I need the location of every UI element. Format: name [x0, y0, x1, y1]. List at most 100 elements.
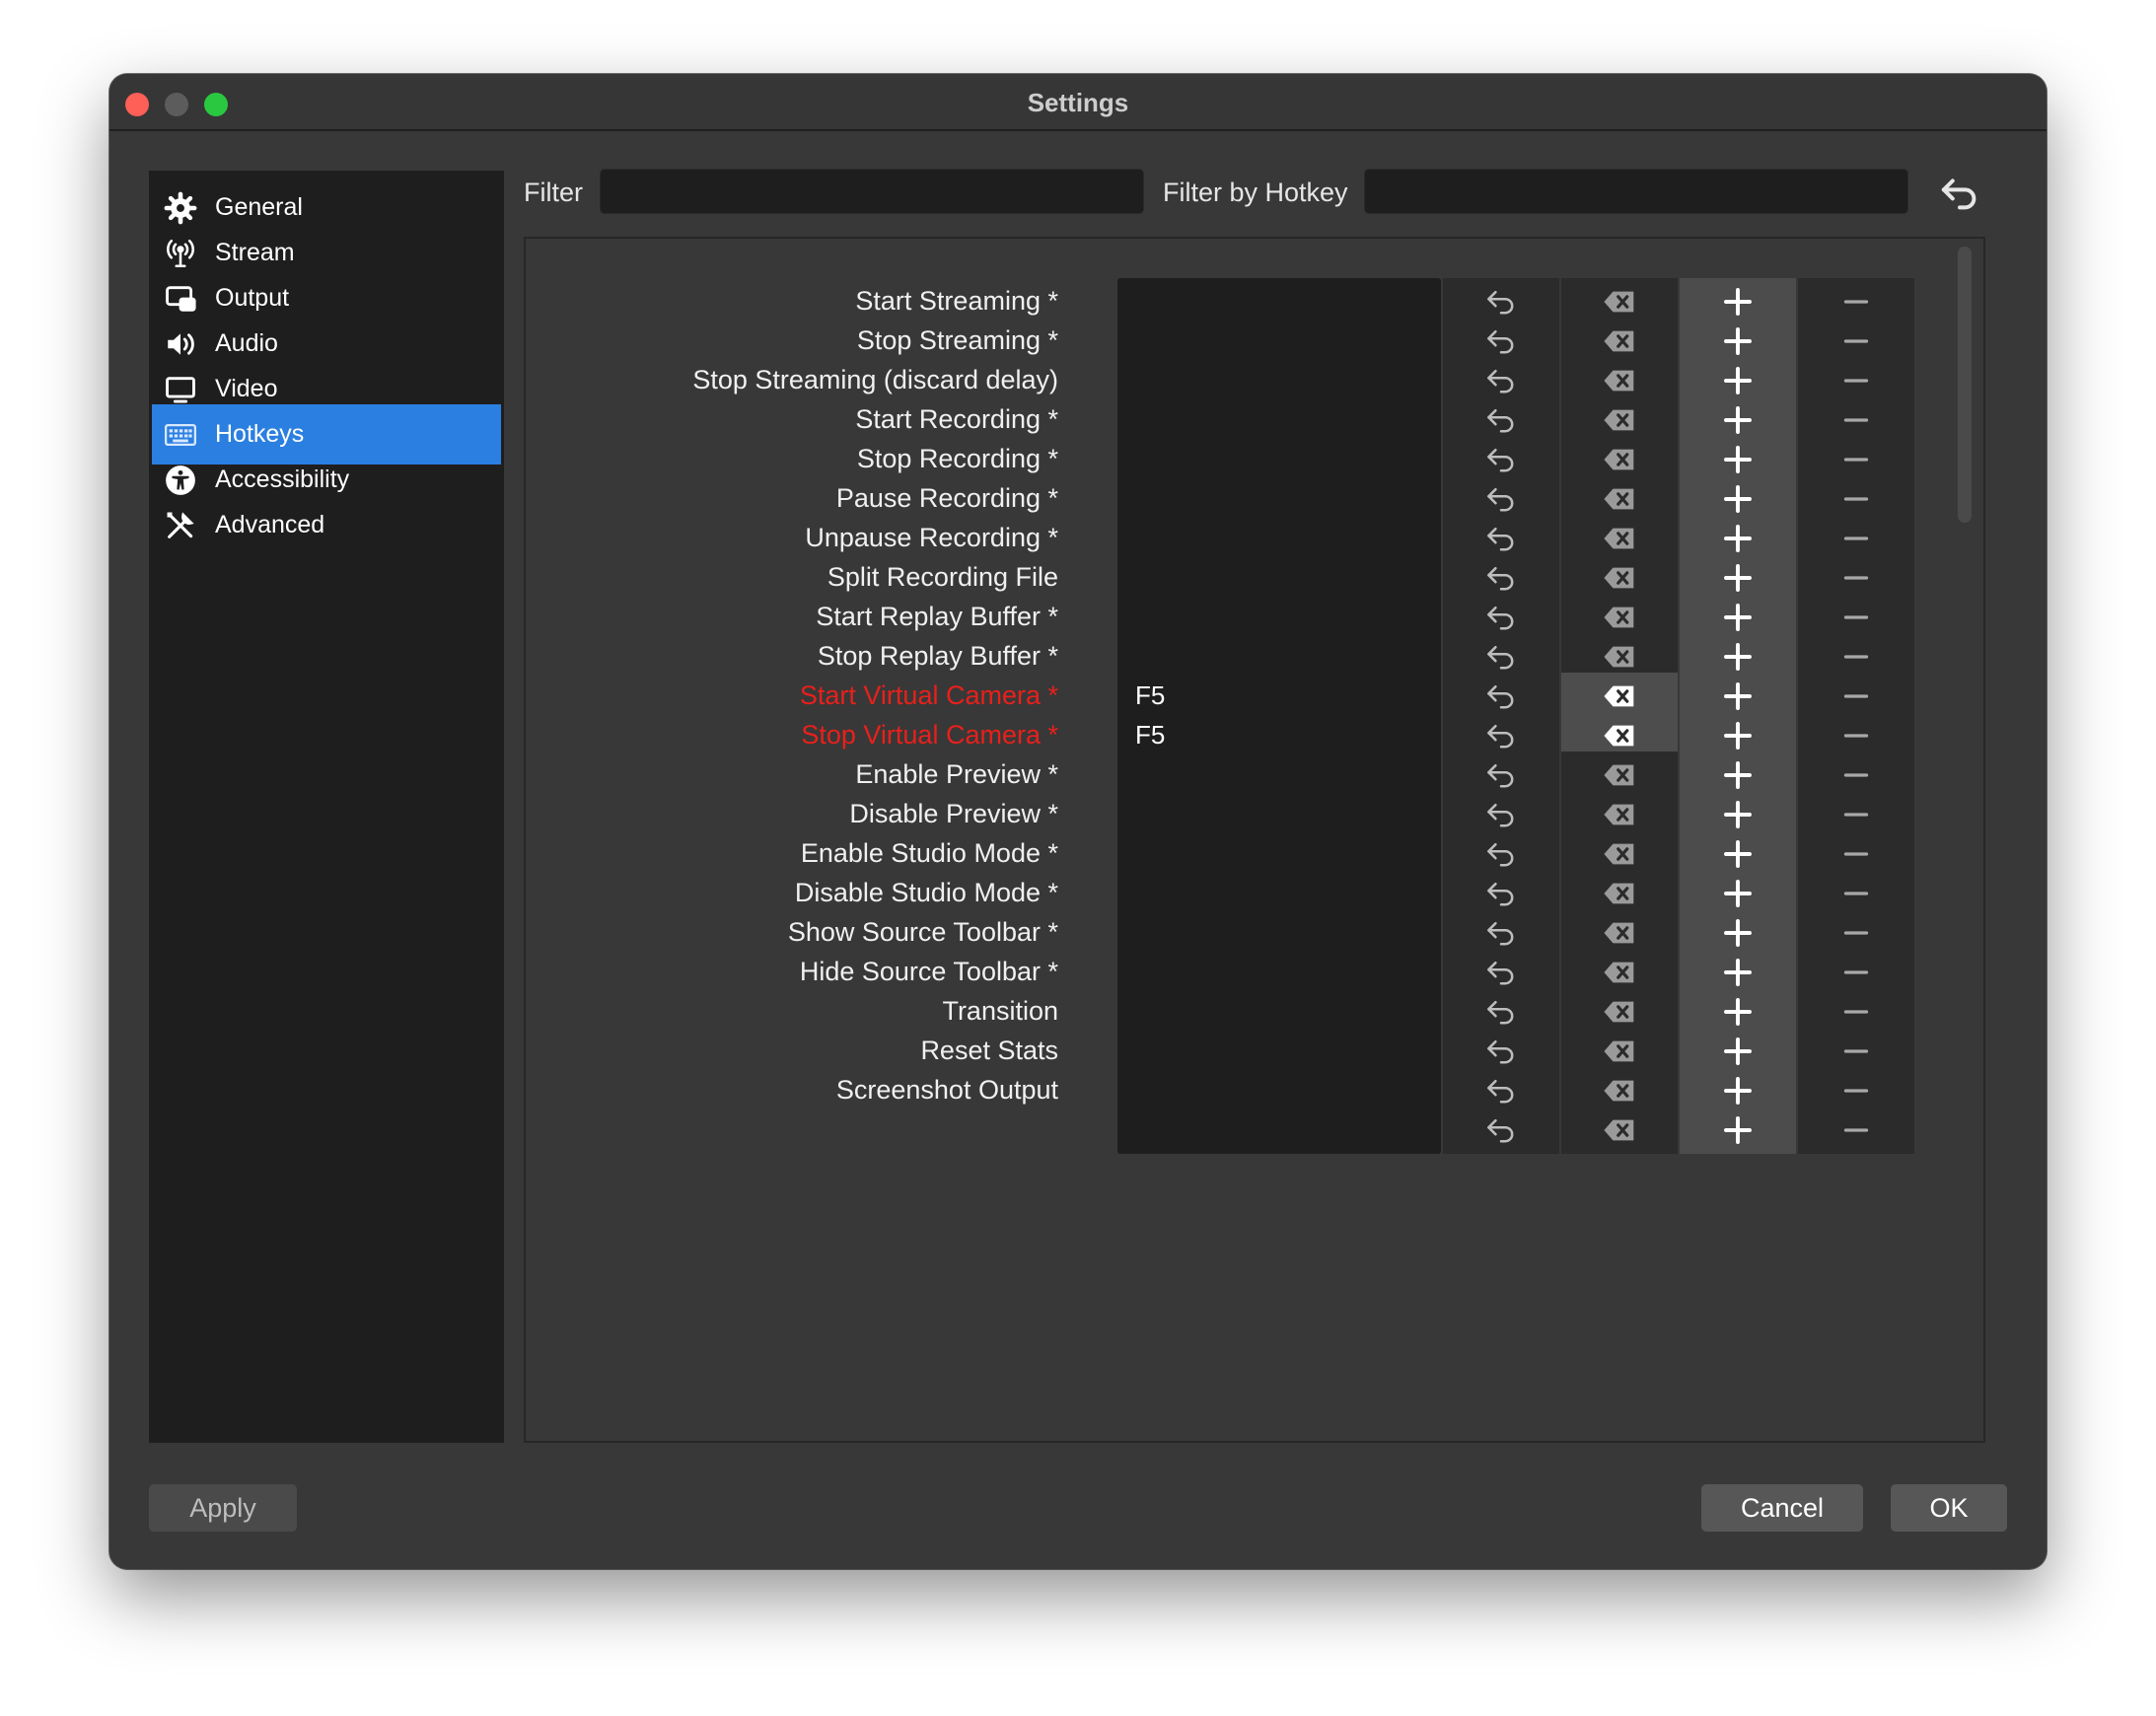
plus-icon — [1723, 405, 1753, 435]
plus-icon — [1723, 1037, 1753, 1066]
plus-icon — [1723, 366, 1753, 395]
backspace-icon — [1603, 841, 1636, 867]
backspace-icon — [1603, 683, 1636, 709]
sidebar-item-advanced[interactable]: Advanced — [152, 495, 501, 555]
backspace-icon — [1603, 605, 1636, 630]
minus-icon — [1841, 642, 1871, 672]
undo-icon — [1484, 367, 1518, 394]
minus-icon — [1841, 524, 1871, 553]
scrollbar-thumb[interactable] — [1958, 247, 1972, 523]
plus-icon — [1723, 997, 1753, 1027]
hotkey-action-label: Split Recording File — [826, 562, 1058, 592]
window-title: Settings — [1027, 88, 1129, 117]
minus-icon — [1841, 760, 1871, 790]
minus-icon — [1841, 958, 1871, 987]
hotkey-action-label: Stop Streaming (discard delay) — [692, 365, 1058, 394]
plus-icon — [1723, 681, 1753, 711]
hotkey-row — [526, 1107, 1946, 1154]
plus-icon — [1723, 642, 1753, 672]
apply-button[interactable]: Apply — [149, 1484, 297, 1532]
tools-icon — [161, 506, 200, 545]
backspace-icon — [1603, 407, 1636, 433]
backspace-icon — [1603, 447, 1636, 472]
hotkey-input[interactable] — [1117, 1107, 1441, 1154]
hotkey-action-label: Enable Preview * — [855, 759, 1058, 789]
hotkey-action-label: Start Replay Buffer * — [816, 602, 1058, 631]
backspace-icon — [1603, 802, 1636, 827]
filter-by-hotkey-input[interactable] — [1364, 169, 1908, 214]
undo-icon — [1484, 1077, 1518, 1105]
sidebar-item-label: Output — [215, 284, 290, 312]
minus-icon — [1841, 681, 1871, 711]
backspace-icon — [1603, 328, 1636, 354]
hotkey-action-label: Transition — [942, 996, 1058, 1026]
plus-icon — [1723, 1115, 1753, 1145]
hotkey-action-label: Show Source Toolbar * — [787, 917, 1058, 947]
backspace-icon — [1603, 486, 1636, 512]
plus-icon — [1723, 918, 1753, 948]
undo-icon — [1484, 564, 1518, 592]
undo-icon — [1484, 761, 1518, 789]
backspace-icon — [1603, 526, 1636, 551]
clear-hotkey-button[interactable] — [1561, 1107, 1678, 1154]
backspace-icon — [1603, 920, 1636, 946]
hotkey-action-label: Hide Source Toolbar * — [799, 957, 1058, 986]
hotkey-action-label: Start Recording * — [855, 404, 1058, 434]
undo-icon — [1484, 406, 1518, 434]
hotkey-action-label: Reset Stats — [920, 1036, 1058, 1065]
sidebar-item-label: Hotkeys — [215, 420, 305, 448]
title-bar: Settings — [109, 74, 2047, 131]
plus-icon — [1723, 721, 1753, 751]
hotkey-action-label: Screenshot Output — [835, 1075, 1058, 1105]
undo-icon — [1484, 446, 1518, 473]
undo-icon — [1941, 179, 1976, 210]
hotkey-list[interactable]: Start Streaming * Stop Streaming * Stop St… — [524, 237, 1985, 1443]
backspace-icon — [1603, 723, 1636, 749]
filter-label: Filter — [524, 178, 583, 207]
minus-icon — [1841, 405, 1871, 435]
minus-icon — [1841, 287, 1871, 317]
remove-hotkey-button[interactable] — [1798, 1107, 1914, 1154]
hotkey-action-label: Stop Streaming * — [856, 325, 1058, 355]
plus-icon — [1723, 445, 1753, 474]
plus-icon — [1723, 524, 1753, 553]
undo-icon — [1484, 682, 1518, 710]
hotkey-action-label: Enable Studio Mode * — [800, 838, 1058, 868]
undo-icon — [1484, 327, 1518, 355]
minus-icon — [1841, 1037, 1871, 1066]
undo-icon — [1484, 840, 1518, 868]
minus-icon — [1841, 800, 1871, 829]
backspace-icon — [1603, 1078, 1636, 1104]
hotkey-action-label: Stop Replay Buffer * — [817, 641, 1058, 671]
undo-icon — [1484, 880, 1518, 907]
filter-by-hotkey-label: Filter by Hotkey — [1163, 178, 1348, 207]
hotkey-action-label: Stop Recording * — [856, 444, 1058, 473]
undo-icon — [1484, 643, 1518, 671]
undo-icon — [1484, 1116, 1518, 1144]
minus-icon — [1841, 366, 1871, 395]
gear-icon — [161, 188, 200, 228]
reset-filter-button[interactable] — [1930, 169, 1989, 218]
sidebar-item-label: General — [215, 193, 303, 221]
minus-icon — [1841, 918, 1871, 948]
minus-icon — [1841, 445, 1871, 474]
sidebar-item-label: Advanced — [215, 511, 325, 538]
sidebar-item-label: Audio — [215, 329, 278, 357]
speaker-icon — [161, 324, 200, 364]
plus-icon — [1723, 760, 1753, 790]
plus-icon — [1723, 603, 1753, 632]
sidebar-item-label: Accessibility — [215, 465, 350, 493]
minus-icon — [1841, 839, 1871, 869]
hotkey-action-label: Unpause Recording * — [805, 523, 1058, 552]
revert-hotkey-button[interactable] — [1443, 1107, 1559, 1154]
accessibility-icon — [161, 461, 200, 500]
keyboard-icon — [161, 415, 200, 455]
minus-icon — [1841, 879, 1871, 908]
backspace-icon — [1603, 368, 1636, 393]
cancel-button[interactable]: Cancel — [1701, 1484, 1863, 1532]
plus-icon — [1723, 1076, 1753, 1106]
hotkey-action-label: Disable Studio Mode * — [794, 878, 1058, 907]
ok-button[interactable]: OK — [1891, 1484, 2007, 1532]
add-hotkey-button[interactable] — [1680, 1107, 1796, 1154]
filter-input[interactable] — [600, 169, 1144, 214]
